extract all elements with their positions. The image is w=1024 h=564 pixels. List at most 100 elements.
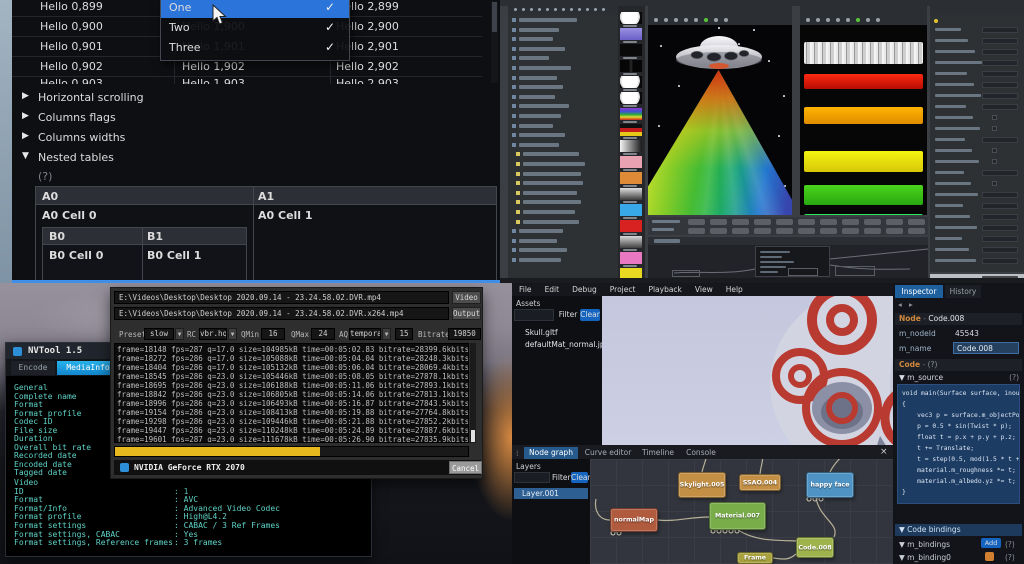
input-path-field[interactable]: E:\Videos\Desktop\Desktop 2020.09.14 - 2… [114, 291, 449, 304]
tree-node[interactable]: ▶ Columns widths [12, 128, 492, 148]
material-section-header[interactable] [648, 237, 928, 245]
tree-node[interactable]: ▶ Columns flags [12, 108, 492, 128]
track-button[interactable] [908, 228, 925, 234]
toolbar-icon[interactable] [694, 18, 698, 22]
table-scrollbar[interactable] [491, 1, 498, 83]
menu-item[interactable]: File [519, 285, 532, 296]
code-section-header[interactable]: Code - (?) [895, 359, 1022, 371]
shader-node-area[interactable] [648, 245, 928, 278]
thumbnail-swatch[interactable] [620, 44, 642, 56]
toolbar-icon[interactable] [816, 18, 820, 22]
toolbar-icon[interactable] [806, 18, 810, 22]
track-button[interactable] [754, 219, 771, 225]
graph-node-skylight-005[interactable]: Skylight.005 [678, 472, 726, 498]
tree-node[interactable]: ▼ Nested tables [12, 148, 492, 168]
thumbnail-swatch[interactable] [620, 204, 642, 216]
toolbar-icon[interactable] [836, 18, 840, 22]
thumbnail-swatch[interactable] [620, 252, 642, 264]
aq-strength-field[interactable]: 15 [395, 328, 413, 340]
code-bindings-header[interactable]: ▼ Code bindings [895, 524, 1022, 536]
layers-filter-button[interactable]: Filter [552, 472, 570, 483]
property-value-box[interactable] [982, 71, 1018, 77]
layers-clear-button[interactable]: Clear [571, 472, 588, 483]
toolbar-icon[interactable] [684, 18, 688, 22]
log-scrollbar[interactable] [470, 343, 476, 443]
tab-inspector[interactable]: Inspector [895, 285, 943, 298]
thumbnail-swatch[interactable] [620, 156, 642, 168]
property-checkbox[interactable] [992, 126, 997, 131]
property-value-box[interactable] [982, 225, 1018, 231]
menu-item[interactable]: Project [610, 285, 636, 296]
thumbnail-swatch[interactable] [620, 108, 642, 120]
thumbnail-swatch[interactable] [620, 28, 642, 40]
thumbnail-swatch[interactable] [620, 12, 642, 24]
asset-list-item[interactable]: Skull.gltf [525, 327, 609, 339]
asset-list-item[interactable]: defaultMat_normal.jpg [525, 339, 609, 351]
property-value-box[interactable] [982, 192, 1018, 198]
thumbnail-swatch[interactable] [620, 140, 642, 152]
tree-node[interactable]: ▶ Horizontal scrolling [12, 88, 492, 108]
thumbnail-swatch[interactable] [620, 60, 642, 72]
shader-source-editor[interactable]: void main(Surface surface, inout Materia… [897, 384, 1020, 504]
property-value-box[interactable] [982, 258, 1018, 264]
toolbar-icon[interactable] [846, 18, 850, 22]
toolbar-icon[interactable] [826, 18, 830, 22]
track-button[interactable] [688, 219, 705, 225]
track-button[interactable] [820, 219, 837, 225]
bindings-expander[interactable]: ▼ m_bindings [899, 540, 950, 549]
property-value-box[interactable] [982, 60, 1018, 66]
thumbnail-swatch[interactable] [620, 220, 642, 232]
track-button[interactable] [864, 228, 881, 234]
outliner-tree[interactable] [508, 16, 618, 278]
graph-node-code-008[interactable]: Code.008 [796, 537, 834, 558]
track-button[interactable] [688, 228, 705, 234]
popup-menu-item[interactable]: Three ✓ [161, 38, 349, 58]
property-value-box[interactable] [982, 137, 1018, 143]
track-button[interactable] [798, 219, 815, 225]
toolbar-icon[interactable] [866, 18, 870, 22]
tab-history[interactable]: History [945, 285, 981, 298]
popup-menu-item[interactable]: Two ✓ [161, 18, 349, 38]
track-button[interactable] [710, 228, 727, 234]
source-expander[interactable]: ▼ m_source [899, 373, 943, 382]
preset-select[interactable]: slow [144, 328, 174, 340]
menu-item[interactable]: Help [726, 285, 743, 296]
track-button[interactable] [798, 228, 815, 234]
property-value-box[interactable] [982, 170, 1018, 176]
toolbar-icon[interactable] [674, 18, 678, 22]
layer-list-item[interactable]: Layer.001 [514, 488, 588, 499]
toolbar-icon[interactable] [654, 18, 658, 22]
menu-item[interactable]: Edit [545, 285, 560, 296]
qmax-field[interactable]: 24 [311, 328, 335, 340]
property-value-box[interactable] [982, 82, 1018, 88]
property-value-box[interactable] [982, 27, 1018, 33]
thumbnail-list[interactable] [618, 8, 645, 283]
close-icon[interactable]: × [880, 447, 888, 457]
tab-console[interactable]: Console [682, 447, 720, 459]
thumbnail-swatch[interactable] [620, 188, 642, 200]
shader-node-small[interactable] [835, 266, 875, 276]
dropdown-arrow-icon[interactable]: ▼ [228, 328, 237, 340]
menu-item[interactable]: View [695, 285, 713, 296]
output-path-field[interactable]: E:\Videos\Desktop\Desktop 2020.09.14 - 2… [114, 307, 449, 320]
property-value-box[interactable] [982, 38, 1018, 44]
tab-node-graph[interactable]: Node graph [524, 447, 578, 459]
track-button[interactable] [710, 219, 727, 225]
toolbar-icon[interactable] [704, 18, 708, 22]
name-input[interactable]: Code.008 [953, 342, 1019, 354]
cancel-button[interactable]: Cancel [449, 461, 482, 474]
nav-forward-icon[interactable]: ▸ [909, 300, 913, 309]
toolbar-icon[interactable] [876, 18, 880, 22]
encode-log[interactable]: frame=18148 fps=287 q=17.0 size=104985kB… [114, 343, 469, 443]
menu-item[interactable]: Debug [572, 285, 597, 296]
thumbnail-swatch[interactable] [620, 236, 642, 248]
graph-node-normalmap[interactable]: normalMap [610, 508, 658, 532]
bars-viewport[interactable] [800, 15, 927, 215]
help-marker[interactable]: (?) [38, 170, 52, 183]
node-graph-canvas[interactable]: normalMapSkylight.005SSAO.004happy faceM… [590, 459, 893, 564]
toolbar-icon[interactable] [714, 18, 718, 22]
track-button[interactable] [754, 228, 771, 234]
track-button[interactable] [908, 219, 925, 225]
track-button[interactable] [886, 219, 903, 225]
thumbnail-swatch[interactable] [620, 92, 642, 104]
